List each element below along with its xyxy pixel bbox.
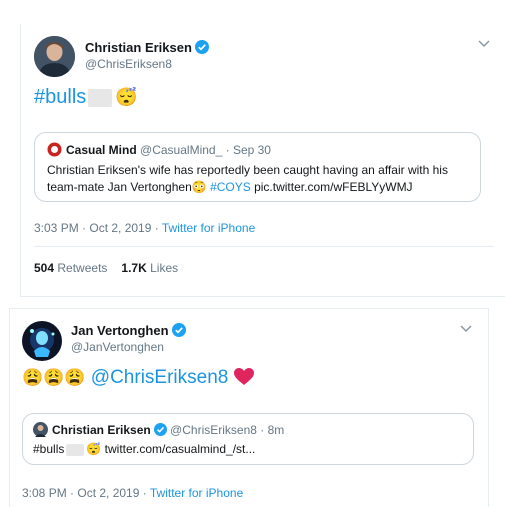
retweets-label[interactable]: Retweets bbox=[57, 261, 107, 275]
quote-text: #bulls 😴 twitter.com/casualmind_/st... bbox=[33, 442, 255, 456]
verified-badge-icon bbox=[194, 40, 209, 57]
author-name[interactable]: Jan Vertonghen bbox=[71, 323, 186, 340]
verified-badge-icon bbox=[171, 323, 186, 340]
tweet-card-eriksen[interactable]: Christian Eriksen @ChrisEriksen8 #bulls 😴… bbox=[20, 24, 505, 297]
redacted-text bbox=[88, 88, 113, 107]
chevron-down-icon[interactable] bbox=[478, 36, 490, 51]
tweet-stats: 504 Retweets 1.7K Likes bbox=[34, 261, 192, 275]
chevron-down-icon[interactable] bbox=[460, 321, 472, 336]
heart-icon bbox=[233, 368, 254, 392]
quote-date[interactable]: Sep 30 bbox=[233, 143, 271, 157]
quote-dot: · bbox=[260, 423, 265, 437]
avatar-vertonghen[interactable] bbox=[22, 321, 62, 361]
quoted-tweet[interactable]: Casual Mind @CasualMind_ · Sep 30 Christ… bbox=[34, 132, 481, 202]
likes-label[interactable]: Likes bbox=[150, 261, 178, 275]
weary-emojis: 😩😩😩 bbox=[22, 368, 86, 387]
quote-author-name: Casual Mind bbox=[66, 143, 137, 157]
author-handle[interactable]: @JanVertonghen bbox=[71, 340, 164, 354]
quote-author-name: Christian Eriksen bbox=[52, 423, 151, 437]
timestamp-text[interactable]: 3:08 PM · Oct 2, 2019 bbox=[22, 486, 139, 500]
tweet-text: 😩😩😩 @ChrisEriksen8 bbox=[22, 367, 254, 392]
author-name-text[interactable]: Christian Eriksen bbox=[85, 40, 192, 55]
tweet-timestamp: 3:03 PM · Oct 2, 2019 · Twitter for iPho… bbox=[34, 221, 255, 235]
quote-header: Casual Mind @CasualMind_ · Sep 30 bbox=[47, 142, 271, 160]
quote-text: Christian Eriksen's wife has reportedly … bbox=[47, 162, 448, 196]
author-name[interactable]: Christian Eriksen bbox=[85, 40, 209, 57]
sleeping-emoji: 😴 bbox=[86, 442, 102, 456]
flushed-emoji: 😳 bbox=[191, 180, 207, 194]
quoted-tweet[interactable]: Christian Eriksen @ChrisEriksen8 · 8m #b… bbox=[22, 413, 474, 465]
quote-author-handle: @CasualMind_ bbox=[140, 143, 223, 157]
source-link[interactable]: Twitter for iPhone bbox=[162, 221, 255, 235]
timestamp-text[interactable]: 3:03 PM · Oct 2, 2019 bbox=[34, 221, 151, 235]
divider bbox=[34, 246, 494, 247]
quote-text-line2: team-mate Jan Vertonghen😳 #COYS pic.twit… bbox=[47, 179, 448, 196]
tweet-card-vertonghen[interactable]: Jan Vertonghen @JanVertonghen 😩😩😩 @Chris… bbox=[9, 308, 489, 507]
tweet-timestamp: 3:08 PM · Oct 2, 2019 · Twitter for iPho… bbox=[22, 486, 243, 500]
quote-link[interactable]: twitter.com/casualmind_/st... bbox=[105, 442, 256, 456]
verified-badge-icon bbox=[153, 423, 167, 439]
tweet-text: #bulls 😴 bbox=[34, 86, 138, 109]
quote-hashtag-bulls[interactable]: #bulls bbox=[33, 442, 64, 456]
author-name-text[interactable]: Jan Vertonghen bbox=[71, 323, 169, 338]
quote-header: Christian Eriksen @ChrisEriksen8 · 8m bbox=[33, 422, 284, 440]
quote-dot: · bbox=[225, 143, 230, 157]
timestamp-dot: · bbox=[142, 486, 147, 500]
timestamp-dot: · bbox=[154, 221, 159, 235]
source-link[interactable]: Twitter for iPhone bbox=[150, 486, 243, 500]
author-handle[interactable]: @ChrisEriksen8 bbox=[85, 57, 172, 71]
circle-logo-icon bbox=[47, 142, 62, 160]
quote-time[interactable]: 8m bbox=[268, 423, 285, 437]
redacted-text bbox=[66, 443, 85, 456]
quote-avatar bbox=[33, 422, 48, 440]
mention-chriseriksen8[interactable]: @ChrisEriksen8 bbox=[91, 367, 229, 388]
sleeping-emoji: 😴 bbox=[115, 87, 138, 107]
likes-count[interactable]: 1.7K bbox=[121, 261, 146, 275]
quote-author-handle: @ChrisEriksen8 bbox=[170, 423, 257, 437]
quote-pic-link[interactable]: pic.twitter.com/wFEBLYyWMJ bbox=[254, 180, 412, 194]
hashtag-coys[interactable]: #COYS bbox=[210, 180, 251, 194]
quote-text-plain: team-mate Jan Vertonghen bbox=[47, 180, 192, 194]
quote-text-line1: Christian Eriksen's wife has reportedly … bbox=[47, 163, 448, 177]
retweets-count[interactable]: 504 bbox=[34, 261, 54, 275]
hashtag-bulls[interactable]: #bulls bbox=[34, 86, 86, 108]
avatar-eriksen[interactable] bbox=[34, 36, 75, 77]
